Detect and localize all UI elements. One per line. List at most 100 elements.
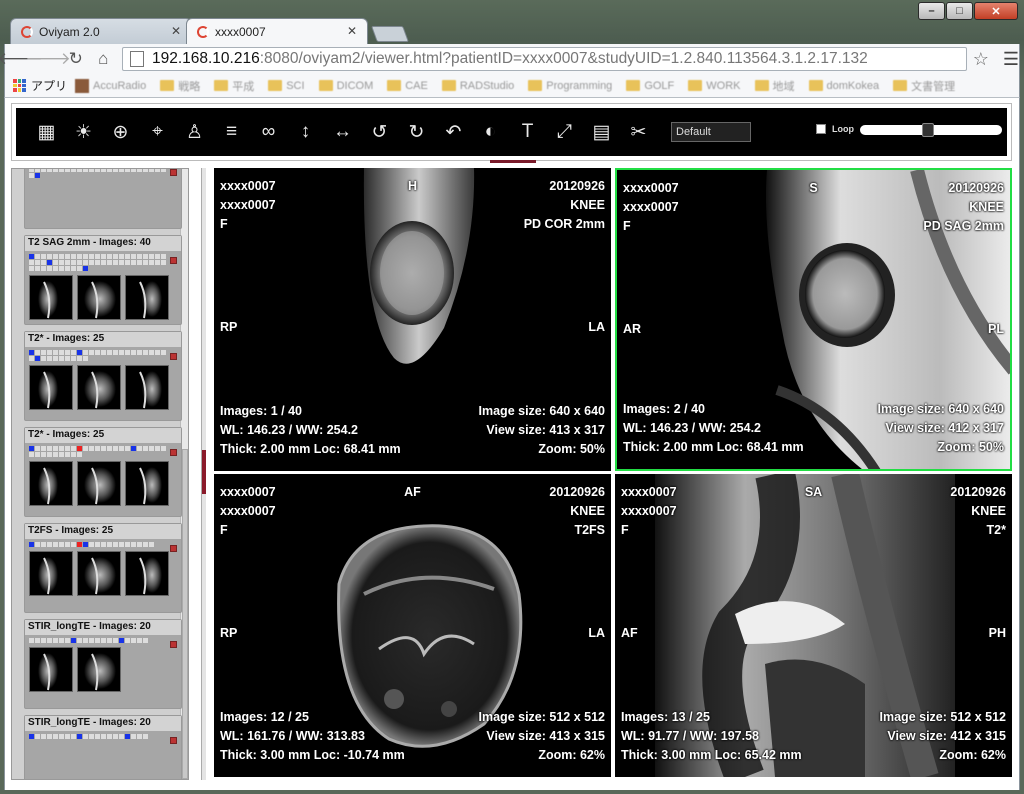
layers-icon[interactable]: ≡	[213, 118, 250, 146]
slider-handle[interactable]	[922, 123, 935, 137]
scroll-vertical-icon[interactable]: ↕	[287, 118, 324, 146]
series-thumbnail[interactable]	[29, 275, 73, 320]
series-thumbnail[interactable]	[125, 275, 169, 320]
tab-title: xxxx0007	[215, 24, 266, 39]
window-level: WL: 91.77 / WW: 197.58	[621, 729, 760, 743]
series-item[interactable]: STIR_longTE - Images: 20	[24, 619, 182, 709]
browser-toolbar: 🡐 🡒 ↻ ⌂ 192.168.10.216:8080/oviyam2/view…	[0, 44, 1020, 74]
bookmark-folder[interactable]: 地域	[754, 78, 795, 94]
oviyam-favicon-icon	[21, 26, 33, 38]
viewport-4[interactable]: xxxx0007 xxxx0007 F SA 20120926 KNEE T2* AF PH Im…	[615, 474, 1012, 777]
undo-icon[interactable]: ↶	[435, 118, 472, 146]
splitter-grip[interactable]	[202, 450, 206, 494]
series-item[interactable]: T2 SAG 2mm - Images: 40	[24, 235, 182, 325]
series-title: T2FS - Images: 25	[25, 524, 181, 539]
zoom-level: Zoom: 50%	[937, 440, 1004, 454]
layout-icon[interactable]: ▦	[28, 118, 65, 146]
bookmark-folder[interactable]: WORK	[688, 80, 741, 92]
close-tab-icon[interactable]: ✕	[171, 24, 181, 38]
series-thumbnail[interactable]	[77, 551, 121, 596]
zoom-level: Zoom: 62%	[939, 748, 1006, 762]
series-thumbnail[interactable]	[29, 647, 73, 692]
series-item[interactable]: STIR_longTE - Images: 20	[24, 715, 182, 779]
tab-viewer[interactable]: xxxx0007 ✕	[186, 18, 368, 44]
link-icon[interactable]: ∞	[250, 118, 287, 146]
study-info: 20120926 KNEE T2FS	[549, 483, 605, 540]
loop-checkbox[interactable]	[816, 124, 826, 134]
home-button[interactable]: ⌂	[90, 47, 115, 71]
browser-window: – □ ✕ Oviyam 2.0 ✕ xxxx0007 ✕ 🡐 🡒 ↻ ⌂ 19…	[0, 0, 1024, 794]
bookmark-folder[interactable]: 文書管理	[893, 78, 955, 94]
series-thumbnail[interactable]	[125, 365, 169, 410]
viewport-3[interactable]: xxxx0007 xxxx0007 F AF 20120926 KNEE T2FS RP LA I…	[214, 474, 611, 777]
orientation-right: LA	[588, 626, 605, 640]
loop-label: Loop	[832, 124, 854, 134]
new-tab-button[interactable]	[371, 26, 409, 42]
series-description: PD SAG 2mm	[923, 219, 1004, 233]
series-item[interactable]: T2* - Images: 25	[24, 331, 182, 421]
image-index: Images: 2 / 40	[623, 402, 705, 416]
series-thumbnail[interactable]	[125, 461, 169, 506]
brightness-icon[interactable]: ☀	[65, 118, 102, 146]
rotate-left-icon[interactable]: ↺	[361, 118, 398, 146]
patient-sex: F	[621, 523, 629, 537]
orientation-left: RP	[220, 320, 238, 334]
fullscreen-icon[interactable]: ⤢	[546, 118, 583, 146]
window-controls: – □ ✕	[918, 2, 1018, 20]
invert-icon[interactable]: ◐	[472, 118, 509, 146]
series-item[interactable]	[24, 169, 182, 229]
tab-oviyam[interactable]: Oviyam 2.0 ✕	[10, 18, 192, 44]
rotate-right-icon[interactable]: ↻	[398, 118, 435, 146]
apps-link[interactable]: アプリ	[31, 77, 67, 94]
panel-splitter[interactable]	[201, 168, 206, 780]
bookmark-folder[interactable]: 戦略	[160, 78, 200, 94]
bookmark-star-icon[interactable]: ☆	[973, 49, 989, 70]
series-thumbnail[interactable]	[29, 461, 73, 506]
series-thumbnail[interactable]	[29, 551, 73, 596]
text-icon[interactable]: T	[509, 118, 546, 146]
bookmark-folder[interactable]: Programming	[528, 80, 612, 92]
bookmark-folder[interactable]: DICOM	[318, 80, 373, 92]
series-item[interactable]: T2FS - Images: 25	[24, 523, 182, 613]
series-thumbnail[interactable]	[77, 275, 121, 320]
close-window-button[interactable]: ✕	[974, 2, 1018, 20]
view-info: Image size: 512 x 512 View size: 413 x 31…	[479, 708, 605, 765]
cine-speed-slider[interactable]	[860, 123, 1002, 137]
address-bar[interactable]: 192.168.10.216:8080/oviyam2/viewer.html?…	[121, 47, 967, 71]
window-preset-select[interactable]: Default	[671, 122, 751, 142]
apps-grid-icon[interactable]	[13, 79, 26, 92]
forward-button[interactable]: 🡒	[25, 47, 71, 71]
view-info: Image size: 640 x 640 View size: 413 x 31…	[479, 402, 605, 459]
metadata-icon[interactable]: ▤	[583, 118, 620, 146]
bookmark-folder[interactable]: domKokea	[808, 80, 879, 92]
viewport-2[interactable]: xxxx0007 xxxx0007 F S 20120926 KNEE PD SAG 2mm…	[615, 168, 1012, 471]
series-thumbnail[interactable]	[77, 647, 121, 692]
loop-toggle[interactable]: Loop	[816, 124, 854, 134]
move-icon[interactable]: ⌖	[139, 118, 176, 146]
toolbar-collapse-handle[interactable]	[490, 160, 536, 163]
stamp-icon[interactable]: ♙	[176, 118, 213, 146]
image-size: Image size: 640 x 640	[478, 404, 605, 418]
minimize-button[interactable]: –	[918, 2, 945, 20]
maximize-button[interactable]: □	[946, 2, 973, 20]
measure-icon[interactable]: ✂	[620, 118, 657, 146]
series-thumbnail[interactable]	[77, 365, 121, 410]
series-thumbnail[interactable]	[77, 461, 121, 506]
close-tab-icon[interactable]: ✕	[347, 24, 357, 38]
series-frame-indicator	[25, 169, 175, 178]
viewport-1[interactable]: xxxx0007 xxxx0007 F H 20120926 KNEE PD COR 2mm…	[214, 168, 611, 471]
bookmark-folder[interactable]: CAE	[387, 80, 428, 92]
patient-name: xxxx0007	[623, 200, 679, 214]
bookmark-folder[interactable]: 平成	[214, 78, 254, 94]
zoom-icon[interactable]: ⊕	[102, 118, 139, 146]
series-thumbnail[interactable]	[29, 365, 73, 410]
menu-icon[interactable]: ☰	[1003, 49, 1019, 70]
bookmark-folder[interactable]: SCI	[268, 80, 305, 92]
reload-button[interactable]: ↻	[63, 47, 88, 71]
bookmark-folder[interactable]: GOLF	[626, 80, 674, 92]
bookmark-item[interactable]: AccuRadio	[75, 78, 146, 93]
series-item[interactable]: T2* - Images: 25	[24, 427, 182, 517]
series-thumbnail[interactable]	[125, 551, 169, 596]
bookmark-folder[interactable]: RADStudio	[441, 80, 514, 92]
scroll-horizontal-icon[interactable]: ↔	[324, 118, 361, 146]
